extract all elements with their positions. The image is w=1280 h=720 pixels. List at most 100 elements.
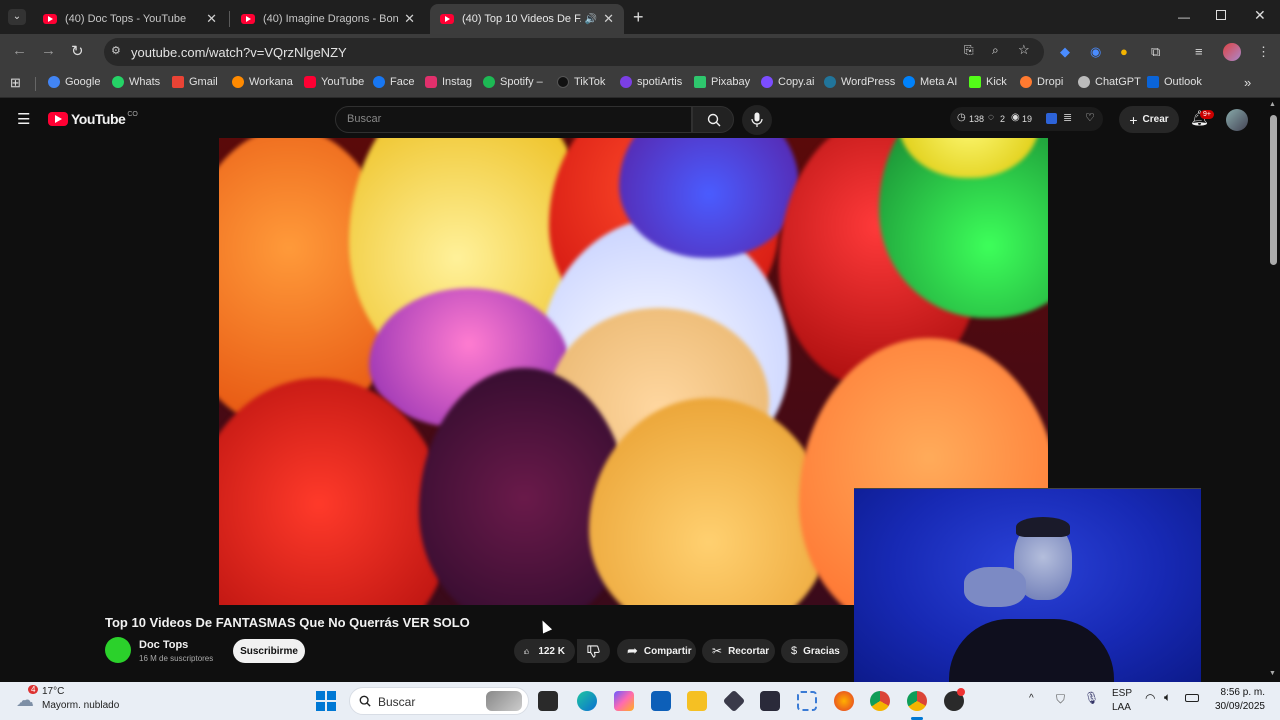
site-info-icon[interactable]: ⚙	[111, 44, 121, 57]
voice-search-button[interactable]	[742, 105, 772, 135]
back-arrow-icon[interactable]: ←	[12, 42, 27, 59]
wifi-icon[interactable]: ◠	[1145, 691, 1155, 705]
youtube-play-icon	[48, 112, 68, 126]
bookmark-spotiartis[interactable]: spotiArtis	[620, 76, 682, 88]
bookmark-pixabay[interactable]: Pixabay	[694, 76, 750, 88]
dislike-button[interactable]	[577, 639, 610, 663]
scroll-down-arrow-icon[interactable]: ▼	[1269, 670, 1276, 677]
bookmark-dropi[interactable]: Dropi	[1020, 76, 1063, 88]
more-bookmarks-icon[interactable]: »	[1244, 75, 1251, 90]
scrollbar-thumb[interactable]	[1270, 115, 1277, 265]
thumbs-up-icon	[524, 648, 530, 654]
apps-grid-icon[interactable]: ⊞	[10, 75, 21, 91]
search-input[interactable]: Buscar	[335, 106, 692, 133]
browser-menu-icon[interactable]: ⋮	[1257, 44, 1270, 60]
search-button[interactable]	[692, 106, 734, 133]
app-shield-icon[interactable]	[722, 689, 746, 713]
minimize-window-icon[interactable]: —	[1178, 10, 1190, 24]
extension-badge-icon[interactable]	[1046, 113, 1057, 124]
task-view-icon[interactable]	[538, 691, 558, 711]
close-tab-icon[interactable]: ✕	[206, 11, 217, 27]
mouse-cursor-icon	[537, 618, 553, 634]
share-button[interactable]: ➦ Compartir	[617, 639, 696, 663]
hamburger-menu-icon[interactable]: ☰	[17, 110, 30, 128]
copilot-icon[interactable]	[614, 691, 634, 711]
bookmark-instag[interactable]: Instag	[425, 76, 472, 88]
bookmark-copyai[interactable]: Copy.ai	[761, 76, 814, 88]
browser-tab-strip: ⌄ (40) Doc Tops - YouTube ✕ (40) Imagine…	[0, 0, 1280, 34]
bookmark-star-icon[interactable]: ☆	[1018, 42, 1030, 58]
bookmark-youtube[interactable]: YouTube	[304, 76, 364, 88]
taskbar-time[interactable]: 8:56 p. m.	[1213, 687, 1265, 698]
thanks-button[interactable]: $ Gracias	[781, 639, 848, 663]
show-hidden-icons-icon[interactable]: ^	[1029, 693, 1034, 704]
create-button[interactable]: + Crear	[1119, 106, 1179, 133]
windows-start-icon[interactable]	[316, 691, 336, 711]
chrome-active-icon[interactable]	[907, 691, 927, 711]
volume-icon[interactable]: 🔈︎	[1164, 690, 1171, 705]
firefox-icon[interactable]	[834, 691, 854, 711]
bookmark-face[interactable]: Face	[373, 76, 414, 88]
microphone-icon	[751, 112, 763, 127]
extension-tag-icon[interactable]: ◆	[1060, 44, 1070, 60]
taskbar-date[interactable]: 30/09/2025	[1205, 701, 1265, 712]
bookmark-wordpress[interactable]: WordPress	[824, 76, 895, 88]
profile-avatar[interactable]	[1223, 43, 1241, 61]
account-avatar[interactable]	[1226, 109, 1248, 131]
edge-browser-icon[interactable]	[577, 691, 597, 711]
bookmark-tiktok[interactable]: TikTok	[557, 76, 605, 88]
bookmark-outlook[interactable]: Outlook	[1147, 76, 1202, 88]
list-icon[interactable]: ≣	[1063, 111, 1072, 124]
weather-temperature: 17°C	[42, 686, 65, 697]
zoom-icon[interactable]: ⌕	[992, 43, 999, 58]
reload-icon[interactable]: ↻	[71, 42, 84, 60]
tray-mic-icon[interactable]: 🎙︎	[1084, 691, 1099, 705]
super-thanks-icon: $	[791, 645, 798, 657]
browser-tab[interactable]: (40) Imagine Dragons - Bones ( ✕	[231, 4, 425, 34]
tray-app-icon[interactable]: ⛉	[1056, 692, 1065, 707]
file-explorer-icon[interactable]	[687, 691, 707, 711]
close-tab-icon[interactable]: ✕	[603, 11, 614, 27]
restore-window-icon[interactable]	[1216, 10, 1226, 20]
bookmark-kick[interactable]: Kick	[969, 76, 1007, 88]
taskbar-search-input[interactable]: Buscar	[349, 687, 529, 715]
audio-playing-icon[interactable]: 🔊	[585, 14, 597, 25]
tab-search-dropdown-icon[interactable]: ⌄	[8, 9, 26, 25]
close-window-icon[interactable]: ✕	[1254, 7, 1266, 24]
subscribe-button[interactable]: Suscribirme	[233, 639, 305, 663]
extensions-puzzle-icon[interactable]: ⧉	[1151, 44, 1160, 60]
bookmark-workana[interactable]: Workana	[232, 76, 293, 88]
extension-color-icon[interactable]: ●	[1120, 44, 1128, 59]
extension-circle-icon[interactable]: ◉	[1090, 44, 1101, 60]
capcut-icon[interactable]	[760, 691, 780, 711]
new-tab-button[interactable]: +	[633, 7, 644, 28]
browser-tab[interactable]: (40) Doc Tops - YouTube ✕	[33, 4, 227, 34]
scroll-up-arrow-icon[interactable]: ▲	[1269, 101, 1276, 108]
extension-stats-pill[interactable]: ◷ 138 ◌ 2 ◉ 19 ≣ ♡	[950, 107, 1103, 131]
media-control-icon[interactable]: ≡	[1195, 44, 1203, 59]
browser-tab-active[interactable]: (40) Top 10 Videos De FANTA 🔊 ✕	[430, 4, 624, 34]
clip-button[interactable]: ✂ Recortar	[702, 639, 775, 663]
install-app-icon[interactable]: ⎘	[964, 43, 974, 58]
input-region[interactable]: LAA	[1112, 702, 1131, 713]
battery-icon[interactable]	[1185, 694, 1199, 702]
youtube-logo[interactable]: YouTube CO	[48, 111, 138, 127]
channel-avatar[interactable]	[105, 637, 131, 663]
snipping-tool-icon[interactable]	[797, 691, 817, 711]
close-tab-icon[interactable]: ✕	[404, 11, 415, 27]
microsoft-store-icon[interactable]	[651, 691, 671, 711]
bookmark-metaai[interactable]: Meta AI	[903, 76, 957, 88]
bookmark-spotify[interactable]: Spotify –	[483, 76, 543, 88]
channel-name[interactable]: Doc Tops	[139, 639, 188, 651]
chrome-icon[interactable]	[870, 691, 890, 711]
clock-icon: ◷	[957, 112, 966, 123]
address-bar[interactable]: ⚙ youtube.com/watch?v=VQrzNlgeNZY ⎘ ⌕ ☆	[104, 38, 1044, 66]
input-language[interactable]: ESP	[1112, 688, 1132, 699]
forward-arrow-icon[interactable]: →	[41, 42, 56, 59]
bookmark-chatgpt[interactable]: ChatGPT	[1078, 76, 1141, 88]
bookmark-gmail[interactable]: Gmail	[172, 76, 218, 88]
bookmark-google[interactable]: Google	[48, 76, 100, 88]
lightbulb-icon[interactable]: ♡	[1085, 111, 1095, 124]
bookmark-whats[interactable]: Whats	[112, 76, 160, 88]
like-button[interactable]: 122 K	[514, 639, 575, 663]
